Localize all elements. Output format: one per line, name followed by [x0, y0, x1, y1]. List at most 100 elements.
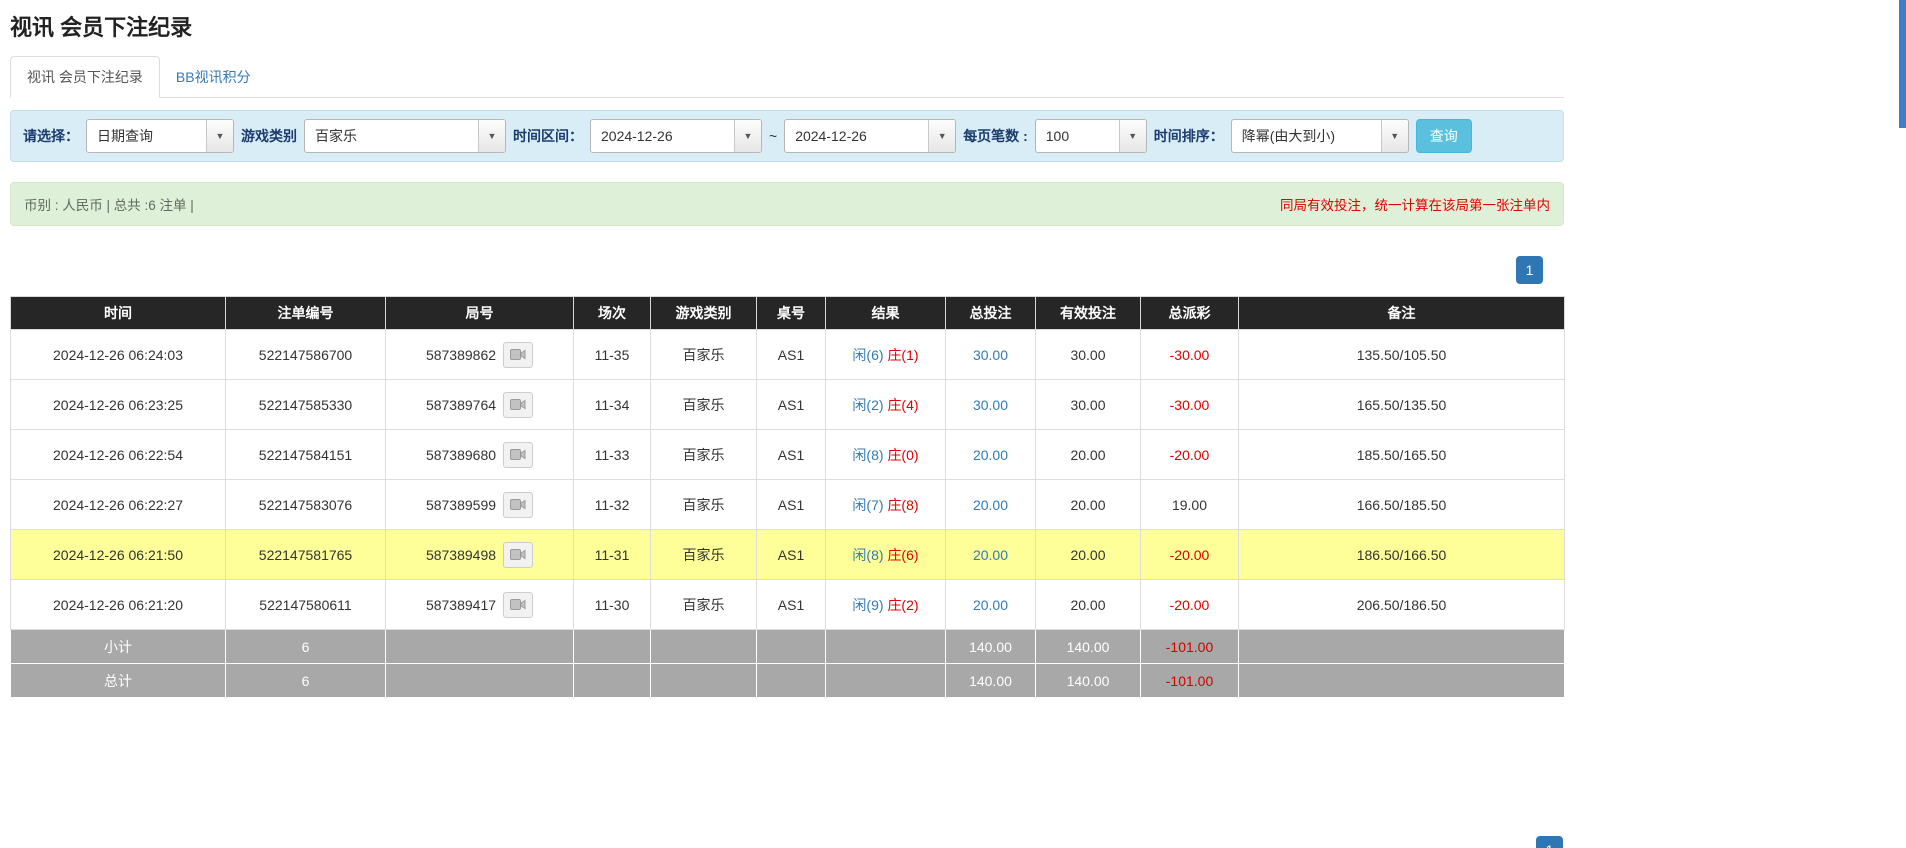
result-player: 闲(6)	[852, 347, 883, 363]
scrollbar-thumb[interactable]	[1899, 0, 1906, 128]
result-banker: 庄(1)	[887, 347, 918, 363]
video-replay-button[interactable]	[503, 442, 533, 468]
search-button[interactable]: 查询	[1416, 119, 1472, 153]
cell-valid-bet: 30.00	[1036, 330, 1141, 380]
cell-table-no: AS1	[757, 480, 826, 530]
main-content: 视讯 会员下注纪录 视讯 会员下注纪录 BB视讯积分 请选择： 日期查询 ▼ 游…	[10, 0, 1564, 698]
result-banker: 庄(6)	[887, 547, 918, 563]
pagination-top: 1	[10, 256, 1564, 284]
tab-bar: 视讯 会员下注纪录 BB视讯积分	[10, 56, 1564, 98]
cell-round: 587389417	[386, 580, 574, 630]
currency-summary: 币别 : 人民币 | 总共 :6 注单 |	[24, 194, 194, 214]
result-banker: 庄(8)	[887, 497, 918, 513]
chevron-down-icon[interactable]: ▼	[734, 120, 761, 152]
tab-bb-video-points[interactable]: BB视讯积分	[160, 57, 267, 97]
summary-bar: 币别 : 人民币 | 总共 :6 注单 | 同局有效投注，统一计算在该局第一张注…	[10, 182, 1564, 226]
cell-total-bet-link[interactable]: 20.00	[946, 530, 1036, 580]
sort-value: 降幂(由大到小)	[1232, 120, 1381, 152]
cell-round: 587389680	[386, 430, 574, 480]
cell-total-bet-link[interactable]: 20.00	[946, 580, 1036, 630]
pagination-page-1[interactable]: 1	[1516, 256, 1543, 284]
cell-result: 闲(8) 庄(6)	[826, 530, 946, 580]
cell-session: 11-32	[574, 480, 651, 530]
cell-valid-bet: 20.00	[1036, 530, 1141, 580]
col-header-game-type: 游戏类别	[651, 297, 757, 330]
cell-table-no: AS1	[757, 380, 826, 430]
cell-game-type: 百家乐	[651, 480, 757, 530]
video-replay-button[interactable]	[503, 492, 533, 518]
date-to-picker[interactable]: 2024-12-26 ▼	[784, 119, 956, 153]
round-number: 587389764	[426, 397, 496, 413]
result-player: 闲(2)	[852, 397, 883, 413]
cell-time: 2024-12-26 06:24:03	[11, 330, 226, 380]
video-icon	[510, 548, 526, 561]
video-icon	[510, 398, 526, 411]
range-separator: ~	[769, 128, 777, 144]
col-header-table-no: 桌号	[757, 297, 826, 330]
query-type-value: 日期查询	[87, 120, 206, 152]
chevron-down-icon[interactable]: ▼	[206, 120, 233, 152]
video-icon	[510, 498, 526, 511]
cell-game-type: 百家乐	[651, 380, 757, 430]
cell-valid-bet: 30.00	[1036, 380, 1141, 430]
total-payout: -101.00	[1141, 664, 1239, 698]
table-row: 2024-12-26 06:21:20 522147580611 5873894…	[11, 580, 1565, 630]
result-banker: 庄(4)	[887, 397, 918, 413]
page-size-dropdown[interactable]: 100 ▼	[1035, 119, 1147, 153]
table-row-highlighted: 2024-12-26 06:21:50 522147581765 5873894…	[11, 530, 1565, 580]
game-type-dropdown[interactable]: 百家乐 ▼	[304, 119, 506, 153]
chevron-down-icon[interactable]: ▼	[1381, 120, 1408, 152]
table-row: 2024-12-26 06:24:03 522147586700 5873898…	[11, 330, 1565, 380]
total-count: 6	[226, 664, 386, 698]
video-replay-button[interactable]	[503, 392, 533, 418]
total-label: 总计	[11, 664, 226, 698]
cell-total-bet-link[interactable]: 20.00	[946, 480, 1036, 530]
date-from-picker[interactable]: 2024-12-26 ▼	[590, 119, 762, 153]
result-player: 闲(7)	[852, 497, 883, 513]
cell-game-type: 百家乐	[651, 580, 757, 630]
page-size-label: 每页笔数 :	[963, 126, 1028, 146]
cell-table-no: AS1	[757, 530, 826, 580]
query-type-dropdown[interactable]: 日期查询 ▼	[86, 119, 234, 153]
cell-result: 闲(6) 庄(1)	[826, 330, 946, 380]
cell-game-type: 百家乐	[651, 430, 757, 480]
subtotal-valid-bet: 140.00	[1036, 630, 1141, 664]
scrollbar-track[interactable]	[1899, 0, 1906, 848]
video-replay-button[interactable]	[503, 542, 533, 568]
cell-result: 闲(2) 庄(4)	[826, 380, 946, 430]
col-header-session: 场次	[574, 297, 651, 330]
cell-session: 11-34	[574, 380, 651, 430]
cell-total-bet-link[interactable]: 30.00	[946, 380, 1036, 430]
date-from-value: 2024-12-26	[591, 120, 734, 152]
page-title: 视讯 会员下注纪录	[10, 10, 1564, 42]
betting-records-table: 时间 注单编号 局号 场次 游戏类别 桌号 结果 总投注 有效投注 总派彩 备注…	[10, 296, 1565, 698]
round-number: 587389599	[426, 497, 496, 513]
notice-text: 同局有效投注，统一计算在该局第一张注单内	[1280, 194, 1550, 214]
table-row: 2024-12-26 06:22:54 522147584151 5873896…	[11, 430, 1565, 480]
game-type-value: 百家乐	[305, 120, 478, 152]
select-label: 请选择：	[23, 126, 79, 146]
video-replay-button[interactable]	[503, 342, 533, 368]
cell-total-bet-link[interactable]: 30.00	[946, 330, 1036, 380]
result-player: 闲(8)	[852, 547, 883, 563]
cell-result: 闲(7) 庄(8)	[826, 480, 946, 530]
result-player: 闲(8)	[852, 447, 883, 463]
chevron-down-icon[interactable]: ▼	[478, 120, 505, 152]
chevron-down-icon[interactable]: ▼	[1119, 120, 1146, 152]
cell-total-bet-link[interactable]: 20.00	[946, 430, 1036, 480]
col-header-payout: 总派彩	[1141, 297, 1239, 330]
video-replay-button[interactable]	[503, 592, 533, 618]
sort-dropdown[interactable]: 降幂(由大到小) ▼	[1231, 119, 1409, 153]
cell-valid-bet: 20.00	[1036, 580, 1141, 630]
subtotal-label: 小计	[11, 630, 226, 664]
pagination-page-1-bottom[interactable]: 1	[1536, 836, 1563, 848]
tab-betting-records[interactable]: 视讯 会员下注纪录	[10, 56, 160, 98]
cell-bet-id: 522147581765	[226, 530, 386, 580]
date-range-label: 时间区间：	[513, 126, 583, 146]
table-row: 2024-12-26 06:22:27 522147583076 5873895…	[11, 480, 1565, 530]
cell-remark: 185.50/165.50	[1239, 430, 1565, 480]
cell-bet-id: 522147583076	[226, 480, 386, 530]
cell-time: 2024-12-26 06:22:54	[11, 430, 226, 480]
cell-game-type: 百家乐	[651, 330, 757, 380]
chevron-down-icon[interactable]: ▼	[928, 120, 955, 152]
